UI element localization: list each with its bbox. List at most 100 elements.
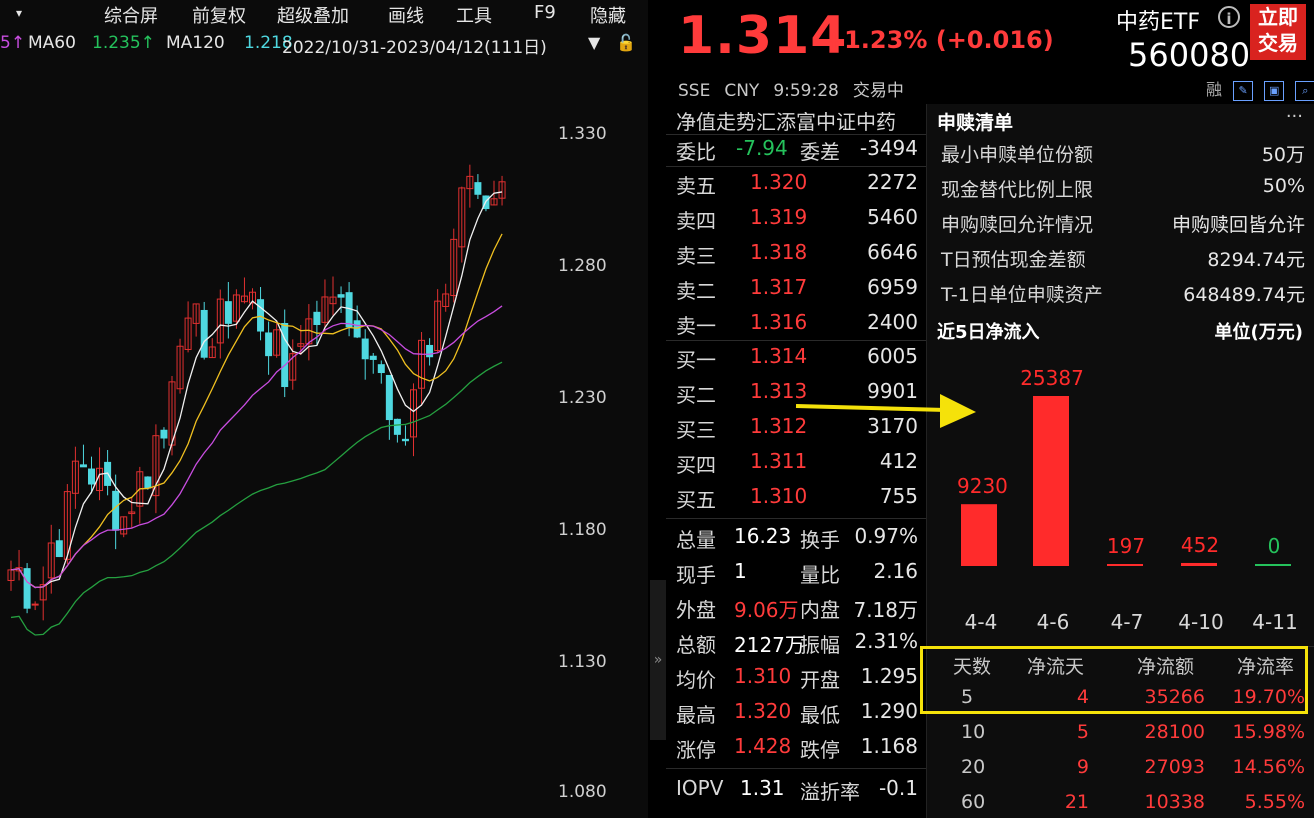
stat-row: IOPV 1.31 溢折率 -0.1 [676,776,922,806]
ask-volume: 6959 [867,275,918,299]
stat-value: 2127万 [734,633,805,657]
lock-icon[interactable]: 🔓 [616,33,636,52]
inflow-bar-label: 452 [1180,532,1220,557]
ask-label: 卖四 [676,209,716,233]
trade-status: 交易中 [852,81,904,101]
quote-tool-icons: 融 ✎ ▣ ⌕ [1206,76,1314,101]
toolbar-item-forward-adjust[interactable]: 前复权 [192,2,246,28]
ask-label: 卖五 [676,174,716,198]
price-change: +1.23% (+0.016) [824,26,1054,54]
toolbar-item-draw[interactable]: 画线 [388,2,424,28]
candle-body [144,476,152,489]
redemption-value: 50万 [1261,144,1305,166]
price-tick-6: 1.080 [558,782,607,802]
flow-table-cell: 28100 [1144,721,1205,743]
inflow-bar-label: 9230 [957,474,1008,499]
redemption-row: 最小申赎单位份额 50万 [941,140,1305,167]
candle-body [265,332,273,357]
candle-body [160,429,168,439]
candle-body [426,344,434,358]
stat-label-2: 溢折率 [800,780,860,804]
ma60-label: MA60 [28,33,76,53]
quote-meta: SSE CNY 9:59:28 交易中 [678,76,918,101]
inflow-bar [961,504,997,566]
flow-table-cell: 14.56% [1232,756,1305,778]
stat-value-2: 1.168 [860,734,918,758]
ask-row[interactable]: 卖三 1.318 6646 [676,240,922,270]
candle-body [361,338,369,360]
flow-table-cell: 10 [961,721,986,743]
redemption-row: T日预估现金差额 8294.74元 [941,245,1305,272]
toolbar-item-hide[interactable]: 隐藏 [590,2,626,28]
flow-table-cell: 9 [1076,756,1089,778]
stat-label: 总额 [676,633,716,657]
candle-body [224,301,232,324]
stat-row: 均价 1.310 开盘 1.295 [676,664,922,694]
weibi-value: -7.94 [736,136,788,160]
trade-btn-line1: 立即 [1258,5,1298,29]
ask-volume: 2400 [867,310,918,334]
kline-chart-panel[interactable]: ▾ 综合屏 前复权 超级叠加 画线 工具 F9 隐藏 5↑ MA60 1.235… [0,0,648,818]
ask-price: 1.320 [750,170,808,194]
bid-row[interactable]: 买四 1.311 412 [676,449,922,479]
flow-table-cell: 60 [961,791,986,813]
ask-row[interactable]: 卖四 1.319 5460 [676,205,922,235]
stat-value: 16.23 [734,524,792,548]
stat-label: 现手 [676,563,716,587]
stat-value-2: 2.31% [854,629,918,653]
kline-canvas[interactable] [0,60,548,818]
book-header-row[interactable]: 净值走势汇添富中证中药 [676,106,922,136]
info-icon[interactable]: i [1218,6,1240,28]
ask-row[interactable]: 卖五 1.320 2272 [676,170,922,200]
search-icon[interactable]: ⌕ [1295,80,1314,101]
inflow-bar-label: 25387 [1020,366,1084,390]
stat-label-2: 跌停 [800,738,840,762]
more-icon[interactable]: ··· [1286,106,1303,127]
ask-row[interactable]: 卖一 1.316 2400 [676,310,922,340]
screenshot-icon[interactable]: ▣ [1264,80,1285,101]
edit-icon[interactable]: ✎ [1233,80,1254,101]
stat-row: 现手 1 量比 2.16 [676,559,922,589]
dropdown-icon[interactable]: ▾ [16,6,22,20]
redemption-label: 最小申赎单位份额 [941,144,1094,166]
redemption-label: 申购赎回允许情况 [941,214,1094,236]
last-price: 1.314 [678,6,848,66]
redemption-value: 申购赎回皆允许 [1171,214,1305,236]
stat-value-2: 1.295 [860,664,918,688]
bid-row[interactable]: 买一 1.314 6005 [676,344,922,374]
inflow-bar-date: 4-11 [1252,610,1298,634]
inflow-bar-date: 4-6 [1036,610,1070,634]
ask-volume: 2272 [867,170,918,194]
candle-body [257,299,265,332]
security-code: 560080 [1128,36,1251,74]
inflow-bar [1255,564,1291,566]
redemption-label: T日预估现金差额 [941,249,1086,271]
stat-value-2: 7.18万 [853,598,918,622]
candle-body [79,464,87,468]
candle-body [88,468,95,485]
candle-body [393,418,401,435]
ma60-value: 1.235↑ [92,33,155,53]
collapse-arrow-icon[interactable]: ▼ [588,33,600,52]
ask-row[interactable]: 卖二 1.317 6959 [676,275,922,305]
bid-row[interactable]: 买五 1.310 755 [676,484,922,514]
stat-value: 1 [734,559,747,583]
stat-value: 1.320 [734,699,792,723]
inflow-bar [1033,396,1069,566]
exchange: SSE [678,81,711,101]
panel-collapse-button[interactable]: » [650,580,666,740]
trade-btn-line2: 交易 [1258,31,1298,55]
inflow-bar [1107,564,1143,566]
toolbar-item-composite[interactable]: 综合屏 [104,2,158,28]
moving-average-line [10,191,503,589]
currency: CNY [724,81,760,101]
bid-price: 1.310 [750,484,808,508]
stat-value: 1.428 [734,734,792,758]
inflow-bar-date: 4-7 [1110,610,1144,634]
toolbar-item-tools[interactable]: 工具 [456,2,492,28]
toolbar-item-overlay[interactable]: 超级叠加 [277,2,349,28]
trade-now-button[interactable]: 立即 交易 [1250,4,1306,60]
moving-average-legend: 5↑ MA60 1.235↑ MA120 1.218 2022/10/31-20… [0,30,648,58]
toolbar-item-f9[interactable]: F9 [534,2,556,23]
bid-volume: 755 [879,484,918,508]
